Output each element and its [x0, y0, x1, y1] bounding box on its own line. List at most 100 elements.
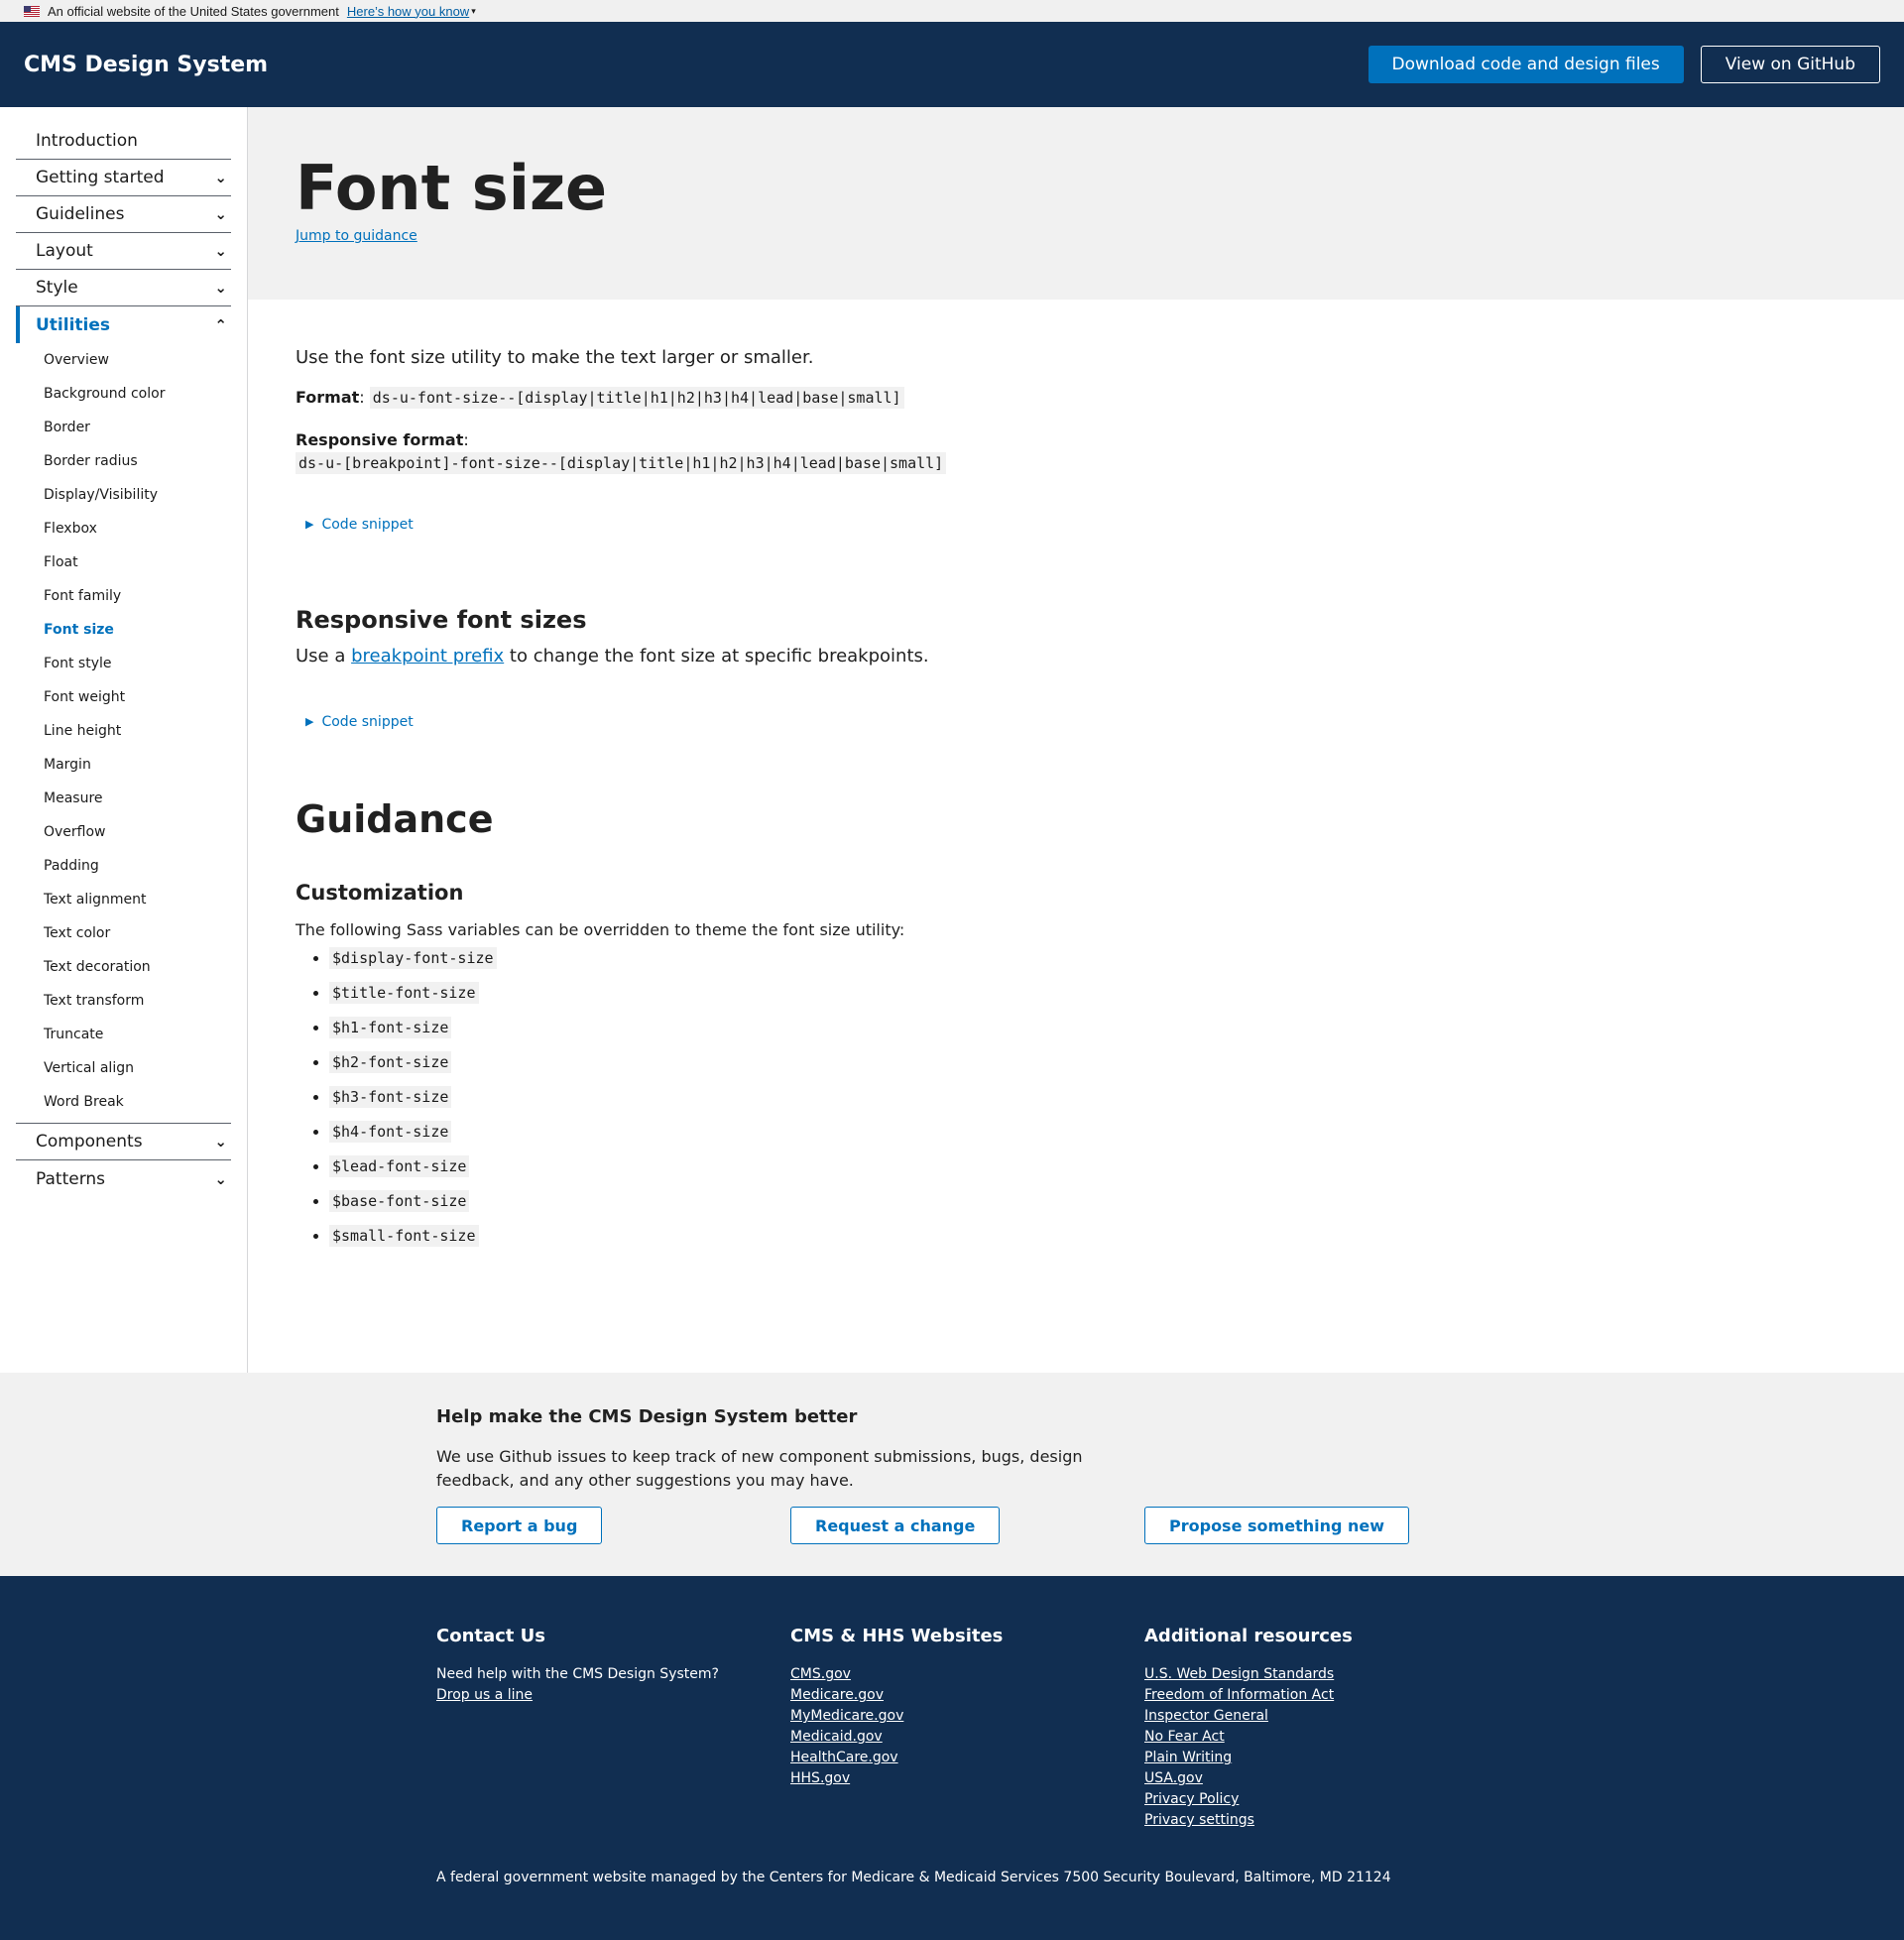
footer-link-privacy-policy[interactable]: Privacy Policy — [1144, 1789, 1353, 1810]
sidebar-subitem-overflow[interactable]: Overflow — [16, 815, 231, 849]
gov-banner-text: An official website of the United States… — [48, 3, 339, 19]
sidebar-subitem-text-alignment[interactable]: Text alignment — [16, 883, 231, 916]
guidance-heading: Guidance — [296, 796, 494, 841]
sidebar-subitem-background-color[interactable]: Background color — [16, 377, 231, 411]
responsive-format-label: Responsive format — [296, 430, 464, 449]
sidebar-subitem-flexbox[interactable]: Flexbox — [16, 512, 231, 546]
footer-link-mymedicare-gov[interactable]: MyMedicare.gov — [790, 1706, 1003, 1727]
breakpoint-prefix-link[interactable]: breakpoint prefix — [351, 646, 504, 667]
sidebar-subitem-text-decoration[interactable]: Text decoration — [16, 950, 231, 984]
sass-variable: $small-font-size — [329, 1224, 479, 1247]
site-footer: Contact Us Need help with the CMS Design… — [0, 1576, 1904, 1940]
footer-link-freedom-of-information-act[interactable]: Freedom of Information Act — [1144, 1685, 1353, 1706]
list-item: $h2-font-size — [329, 1050, 1904, 1088]
sidebar-item-label: Getting started — [36, 168, 165, 187]
sidebar-subitem-padding[interactable]: Padding — [16, 849, 231, 883]
request-change-button[interactable]: Request a change — [790, 1507, 1001, 1544]
drop-us-a-line-link[interactable]: Drop us a line — [436, 1685, 719, 1706]
chevron-down-icon: ⌄ — [214, 279, 227, 297]
chevron-down-icon: ⌄ — [214, 205, 227, 223]
sidebar-item-style[interactable]: Style ⌄ — [16, 270, 231, 306]
footer-link-medicaid-gov[interactable]: Medicaid.gov — [790, 1727, 1003, 1748]
footer-contact-text: Need help with the CMS Design System? — [436, 1666, 719, 1682]
footer-link-privacy-settings[interactable]: Privacy settings — [1144, 1810, 1353, 1831]
sidebar-subitem-vertical-align[interactable]: Vertical align — [16, 1051, 231, 1085]
sidebar-item-label: Utilities — [36, 314, 111, 335]
sidebar-item-getting-started[interactable]: Getting started ⌄ — [16, 160, 231, 196]
sidebar-item-guidelines[interactable]: Guidelines ⌄ — [16, 196, 231, 233]
sidebar-subitem-font-weight[interactable]: Font weight — [16, 680, 231, 714]
responsive-format-block: Responsive format: ds-u-[breakpoint]-fon… — [296, 428, 1904, 475]
footer-link-usa-gov[interactable]: USA.gov — [1144, 1768, 1353, 1789]
chevron-down-icon: ⌄ — [214, 1169, 227, 1188]
main-content: Font size Jump to guidance Use the font … — [248, 107, 1904, 1373]
footer-link-u-s-web-design-standards[interactable]: U.S. Web Design Standards — [1144, 1664, 1353, 1685]
sass-variable: $title-font-size — [329, 981, 479, 1004]
sidebar-item-patterns[interactable]: Patterns ⌄ — [16, 1160, 231, 1197]
sidebar-subitem-overview[interactable]: Overview — [16, 343, 231, 377]
code-snippet-toggle[interactable]: ▶ Code snippet — [296, 714, 1904, 730]
sidebar-subitem-font-style[interactable]: Font style — [16, 647, 231, 680]
footer-contact-title: Contact Us — [436, 1626, 546, 1646]
chevron-down-icon: ⌄ — [214, 242, 227, 260]
caret-right-icon: ▶ — [305, 518, 314, 532]
sidebar-subitem-margin[interactable]: Margin — [16, 748, 231, 782]
utilities-submenu: Overview Background color Border Border rad… — [16, 343, 231, 1124]
site-title[interactable]: CMS Design System — [24, 53, 268, 77]
footer-link-hhs-gov[interactable]: HHS.gov — [790, 1768, 1003, 1789]
responsive-text: Use a breakpoint prefix to change the fo… — [296, 645, 929, 667]
list-item: $title-font-size — [329, 981, 1904, 1019]
footer-resources-title: Additional resources — [1144, 1626, 1353, 1646]
customization-heading: Customization — [296, 880, 464, 905]
code-snippet-toggle[interactable]: ▶ Code snippet — [296, 517, 1904, 533]
format-label: Format — [296, 388, 360, 407]
sidebar-item-introduction[interactable]: Introduction — [16, 123, 231, 160]
sidebar-subitem-word-break[interactable]: Word Break — [16, 1085, 231, 1119]
footer-link-healthcare-gov[interactable]: HealthCare.gov — [790, 1748, 1003, 1768]
footer-link-medicare-gov[interactable]: Medicare.gov — [790, 1685, 1003, 1706]
sidebar-subitem-measure[interactable]: Measure — [16, 782, 231, 815]
footer-link-plain-writing[interactable]: Plain Writing — [1144, 1748, 1353, 1768]
footer-link-cms-gov[interactable]: CMS.gov — [790, 1664, 1003, 1685]
code-snippet-label: Code snippet — [321, 713, 414, 730]
format-line: Format: ds-u-font-size--[display|title|h… — [296, 387, 1904, 409]
gov-banner: An official website of the United States… — [0, 0, 1904, 22]
sidebar-subitem-text-color[interactable]: Text color — [16, 916, 231, 950]
download-button[interactable]: Download code and design files — [1368, 46, 1684, 83]
sidebar-item-label: Patterns — [36, 1168, 106, 1189]
sidebar-item-components[interactable]: Components ⌄ — [16, 1124, 231, 1160]
sidebar-subitem-border[interactable]: Border — [16, 411, 231, 444]
list-item: $display-font-size — [329, 946, 1904, 984]
footer-websites-title: CMS & HHS Websites — [790, 1626, 1004, 1646]
propose-new-button[interactable]: Propose something new — [1144, 1507, 1409, 1544]
sidebar-subitem-display-visibility[interactable]: Display/Visibility — [16, 478, 231, 512]
sidebar-subitem-truncate[interactable]: Truncate — [16, 1018, 231, 1051]
sidebar-subitem-float[interactable]: Float — [16, 546, 231, 579]
footer-link-no-fear-act[interactable]: No Fear Act — [1144, 1727, 1353, 1748]
heres-how-you-know-link[interactable]: Here’s how you know — [347, 4, 469, 19]
sidebar-subitem-font-size[interactable]: Font size — [16, 613, 231, 647]
jump-to-guidance-link[interactable]: Jump to guidance — [296, 228, 417, 244]
format-code: ds-u-font-size--[display|title|h1|h2|h3|… — [369, 387, 904, 409]
report-bug-button[interactable]: Report a bug — [436, 1507, 603, 1544]
footer-link-inspector-general[interactable]: Inspector General — [1144, 1706, 1353, 1727]
responsive-format-code: ds-u-[breakpoint]-font-size--[display|ti… — [296, 452, 947, 475]
sidebar-subitem-border-radius[interactable]: Border radius — [16, 444, 231, 478]
intro-text: Use the font size utility to make the te… — [296, 347, 814, 368]
sidebar-subitem-font-family[interactable]: Font family — [16, 579, 231, 613]
github-button[interactable]: View on GitHub — [1700, 46, 1880, 83]
customization-text: The following Sass variables can be over… — [296, 919, 905, 939]
chevron-up-icon: ⌃ — [214, 315, 227, 334]
page-title: Font size — [296, 152, 608, 224]
list-item: $small-font-size — [329, 1224, 1904, 1262]
sidebar-item-layout[interactable]: Layout ⌄ — [16, 233, 231, 270]
sidebar-nav: Introduction Getting started ⌄ Guideline… — [0, 107, 248, 1373]
sass-variable: $h4-font-size — [329, 1120, 452, 1143]
list-item: $h1-font-size — [329, 1016, 1904, 1053]
site-header: CMS Design System Download code and desi… — [0, 22, 1904, 107]
sidebar-item-utilities[interactable]: Utilities ⌃ — [16, 306, 231, 343]
sidebar-item-label: Style — [36, 278, 78, 298]
sidebar-subitem-text-transform[interactable]: Text transform — [16, 984, 231, 1018]
sass-variable: $h2-font-size — [329, 1050, 452, 1073]
sidebar-subitem-line-height[interactable]: Line height — [16, 714, 231, 748]
